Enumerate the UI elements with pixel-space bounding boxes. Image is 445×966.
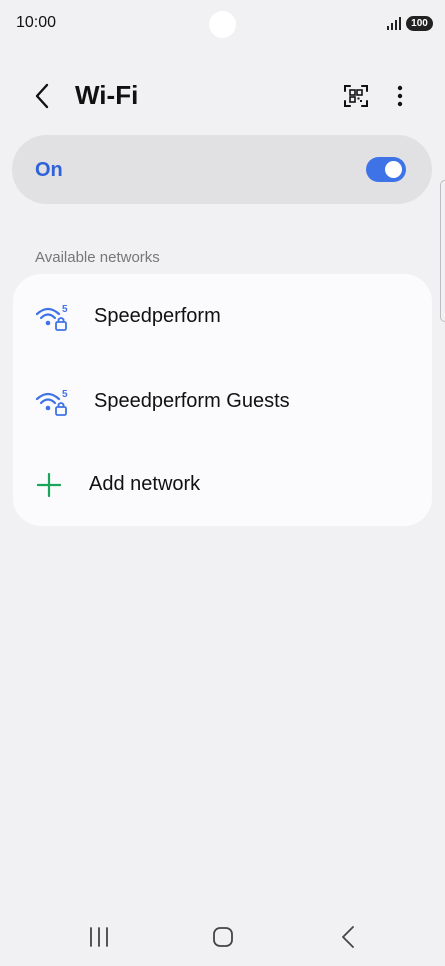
wifi-band-label: 5 [62,389,68,400]
network-item-speedperform-guests[interactable]: 5 Speedperform Guests [13,359,432,443]
add-network-button[interactable]: Add network [13,443,432,527]
network-name: Speedperform [94,305,221,327]
signal-icon [387,17,401,30]
add-network-label: Add network [89,473,201,495]
plus-icon [37,473,61,497]
wifi-lock-icon: 5 [35,304,68,331]
switch-knob [385,161,402,178]
scroll-handle[interactable] [440,180,445,322]
status-time: 10:00 [16,14,57,31]
app-header: Wi-Fi [0,70,445,122]
wifi-toggle-label: On [35,159,63,181]
wifi-lock-icon: 5 [35,389,68,416]
status-bar: 10:00 100 [0,0,445,50]
home-icon[interactable] [212,926,234,948]
networks-list: 5 Speedperform 5 Speedperform Guests Add… [13,274,432,526]
network-item-speedperform[interactable]: 5 Speedperform [13,274,432,358]
wifi-band-label: 5 [62,304,68,315]
back-arrow-icon[interactable] [30,82,56,110]
navigation-bar [0,910,445,966]
network-name: Speedperform Guests [94,390,290,412]
wifi-switch[interactable] [366,157,406,182]
recent-apps-icon[interactable] [88,927,110,947]
nav-back-icon[interactable] [339,925,357,949]
page-title: Wi-Fi [75,80,139,110]
qr-scan-icon[interactable] [342,82,370,110]
more-vertical-icon[interactable] [388,82,412,110]
battery-icon: 100 [406,16,433,31]
wifi-toggle-row[interactable]: On [12,135,432,204]
camera-cutout [209,11,236,38]
section-header: Available networks [35,249,160,266]
